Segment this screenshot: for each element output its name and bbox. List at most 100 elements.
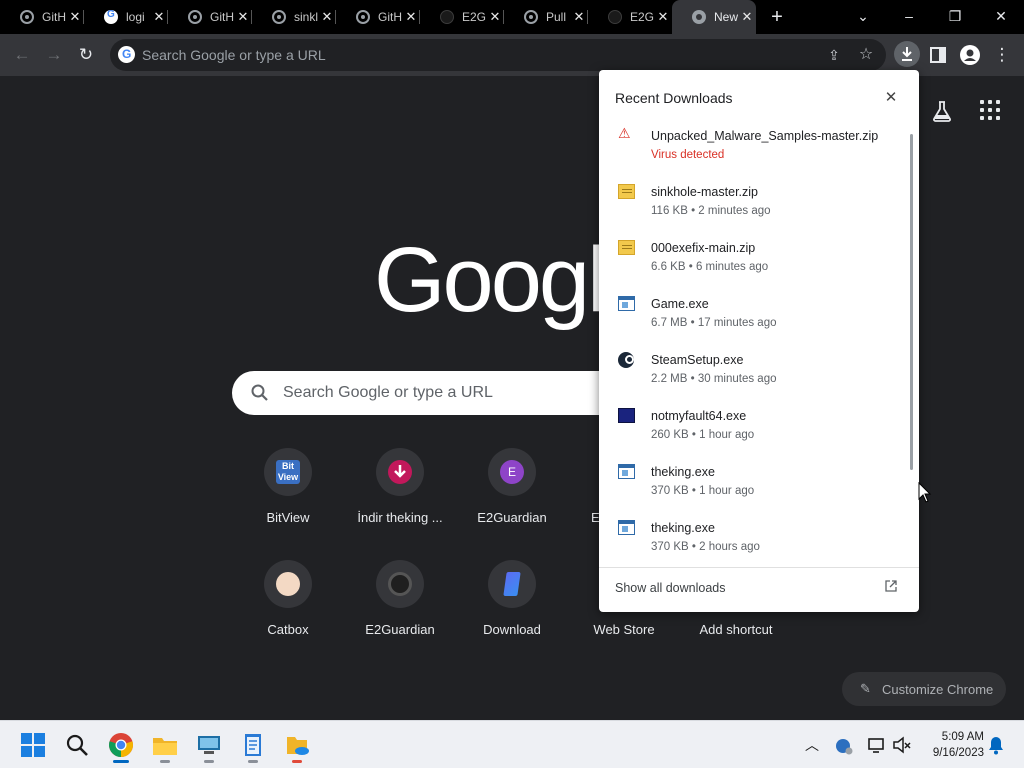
restore-button[interactable]: ❐ [943, 4, 967, 28]
share-icon[interactable]: ⇪ [822, 43, 846, 67]
steam-icon [618, 352, 634, 368]
shortcut-e2guardian[interactable]: E E2Guardian [456, 448, 568, 548]
shortcut-label: E2Guardian [365, 622, 435, 637]
mouse-cursor-icon [918, 482, 932, 503]
download-filename: theking.exe [651, 521, 715, 535]
menu-button[interactable]: ⋮ [990, 43, 1014, 67]
tab-pull[interactable]: Pull ✕ [504, 4, 588, 30]
search-icon [251, 384, 268, 401]
tab-title: E2G [630, 10, 654, 24]
download-status: 6.7 MB • 17 minutes ago [651, 317, 777, 329]
shortcut-label: Add shortcut [699, 622, 773, 637]
tab-search-icon[interactable]: ⌄ [851, 4, 875, 28]
tab-login[interactable]: logi ✕ [84, 4, 168, 30]
close-icon[interactable]: ✕ [570, 8, 588, 26]
forward-button[interactable]: → [42, 43, 66, 67]
back-button[interactable]: ← [10, 43, 34, 67]
download-status: Virus detected [651, 149, 725, 161]
system-clock[interactable]: 5:09 AM 9/16/2023 [918, 729, 984, 761]
tab-github-1[interactable]: GitH ✕ [0, 4, 84, 30]
download-status: 370 KB • 1 hour ago [651, 485, 755, 497]
shortcut-bitview[interactable]: Bit View BitView [232, 448, 344, 548]
bitview-icon: Bit View [264, 448, 312, 496]
close-icon[interactable]: ✕ [66, 8, 84, 26]
tab-e2g-2[interactable]: E2G ✕ [588, 4, 672, 30]
download-item[interactable]: theking.exe 370 KB • 1 hour ago [599, 452, 899, 508]
tab-new-tab[interactable]: New ✕ [672, 0, 756, 34]
shortcut-label: Catbox [267, 622, 309, 637]
e2guardian-icon [608, 10, 622, 24]
search-placeholder: Search Google or type a URL [283, 384, 493, 401]
folder-onedrive-icon[interactable] [283, 731, 311, 763]
defender-icon[interactable] [834, 733, 854, 757]
customize-label: Customize Chrome [882, 682, 994, 697]
labs-flask-icon[interactable] [932, 100, 952, 122]
shortcut-download[interactable]: Download [456, 560, 568, 660]
close-icon[interactable]: ✕ [882, 88, 900, 106]
close-icon[interactable]: ✕ [234, 8, 252, 26]
download-filename: notmyfault64.exe [651, 409, 747, 423]
new-tab-button[interactable]: + [766, 6, 788, 28]
shortcut-catbox[interactable]: Catbox [232, 560, 344, 660]
bookmark-star-icon[interactable]: ☆ [854, 43, 878, 67]
download-item[interactable]: 000exefix-main.zip 6.6 KB • 6 minutes ag… [599, 228, 899, 284]
close-icon[interactable]: ✕ [654, 8, 672, 26]
customize-chrome-button[interactable]: ✎ Customize Chrome [842, 672, 1006, 706]
profile-button[interactable] [958, 43, 982, 67]
download-status: 116 KB • 2 minutes ago [651, 205, 771, 217]
open-external-icon [885, 580, 897, 592]
volume-muted-icon[interactable] [892, 733, 912, 757]
download-item[interactable]: SteamSetup.exe 2.2 MB • 30 minutes ago [599, 340, 899, 396]
download-item[interactable]: Unpacked_Malware_Samples-master.zip Viru… [599, 116, 899, 172]
close-icon[interactable]: ✕ [738, 8, 756, 26]
github-icon [272, 10, 286, 24]
tab-title: E2G [462, 10, 486, 24]
minimize-button[interactable]: – [897, 4, 921, 28]
clock-date: 9/16/2023 [932, 747, 984, 759]
tab-github-3[interactable]: GitH ✕ [336, 4, 420, 30]
tab-sinkhole[interactable]: sinkl ✕ [252, 4, 336, 30]
downloads-bubble: Recent Downloads ✕ Unpacked_Malware_Samp… [599, 70, 919, 612]
tab-e2g-1[interactable]: E2G ✕ [420, 4, 504, 30]
download-item[interactable]: Game.exe 6.7 MB • 17 minutes ago [599, 284, 899, 340]
omnibox[interactable]: Search Google or type a URL ⇪ ☆ [110, 39, 886, 71]
google-icon [118, 46, 135, 63]
close-icon[interactable]: ✕ [150, 8, 168, 26]
close-window-button[interactable]: ✕ [989, 4, 1013, 28]
notmyfault-icon [618, 408, 635, 423]
network-icon[interactable] [866, 733, 888, 757]
notification-bell-icon[interactable] [986, 733, 1006, 757]
shortcut-indir-theking[interactable]: İndir theking ... [344, 448, 456, 548]
pencil-icon: ✎ [860, 681, 871, 696]
side-panel-button[interactable] [926, 43, 950, 67]
clock-time: 5:09 AM [941, 731, 984, 743]
tab-github-2[interactable]: GitH ✕ [168, 4, 252, 30]
shortcut-e2guardian-github[interactable]: E2Guardian [344, 560, 456, 660]
close-icon[interactable]: ✕ [318, 8, 336, 26]
virus-warning-icon [618, 125, 635, 143]
windows-start-icon[interactable] [19, 731, 47, 759]
close-icon[interactable]: ✕ [486, 8, 504, 26]
downloads-scrollbar[interactable] [910, 134, 913, 470]
downloads-footer[interactable]: Show all downloads [599, 567, 919, 612]
download-item[interactable]: notmyfault64.exe 260 KB • 1 hour ago [599, 396, 899, 452]
search-icon[interactable] [63, 731, 91, 759]
google-icon [104, 9, 118, 24]
exe-file-icon [618, 520, 635, 535]
remote-desktop-icon[interactable] [195, 731, 223, 763]
github-icon [188, 10, 202, 24]
chevron-up-icon[interactable]: ︿ [800, 733, 824, 757]
profile-avatar-icon [960, 45, 980, 65]
google-apps-icon[interactable] [980, 100, 1000, 120]
browser-window: GitH ✕ logi ✕ GitH ✕ sinkl ✕ GitH ✕ E2G … [0, 0, 1024, 768]
reload-button[interactable]: ↻ [74, 43, 98, 67]
download-item[interactable]: theking.exe 370 KB • 2 hours ago [599, 508, 899, 564]
notepad-icon[interactable] [239, 731, 267, 763]
file-explorer-icon[interactable] [151, 731, 179, 763]
close-icon[interactable]: ✕ [402, 8, 420, 26]
show-all-downloads-link[interactable]: Show all downloads [615, 581, 726, 595]
chrome-taskbar-icon[interactable] [107, 731, 135, 763]
downloads-button[interactable] [894, 41, 920, 67]
download-item[interactable]: sinkhole-master.zip 116 KB • 2 minutes a… [599, 172, 899, 228]
letter-e-icon: E [488, 448, 536, 496]
